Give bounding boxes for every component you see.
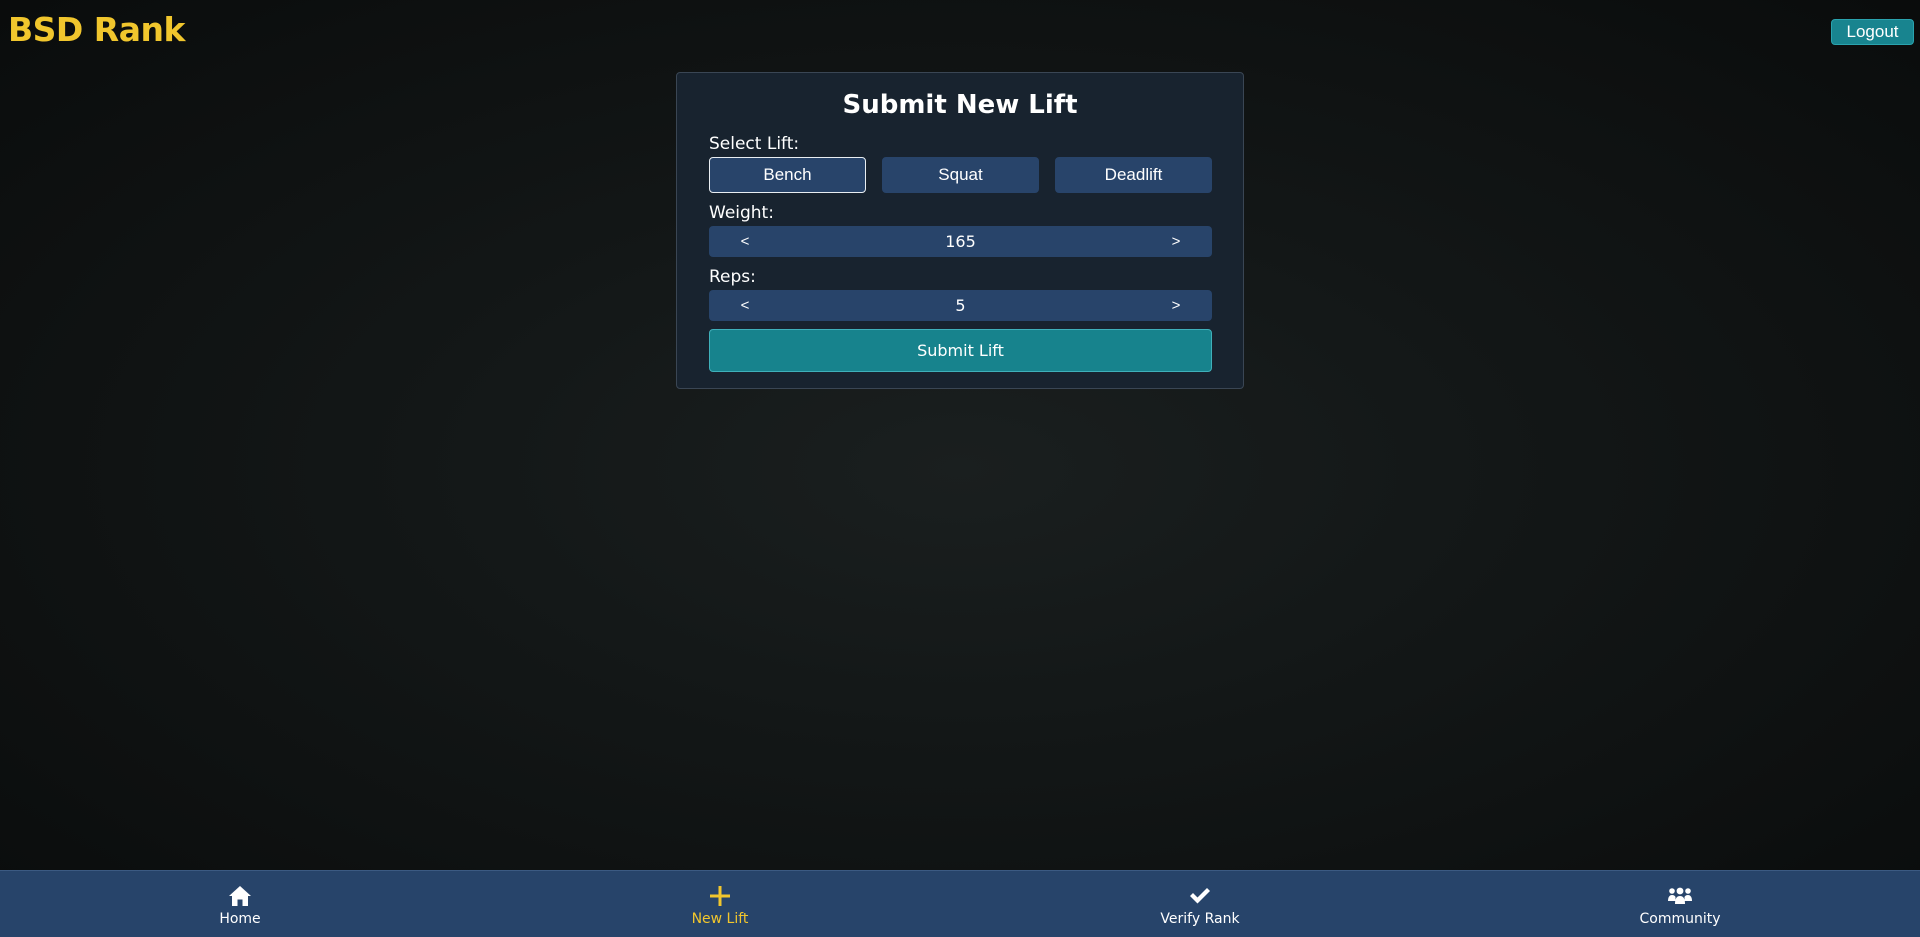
reps-value: 5 bbox=[955, 296, 966, 315]
nav-item-community[interactable]: Community bbox=[1440, 871, 1920, 937]
weight-stepper: 165 < > bbox=[709, 226, 1212, 257]
nav-label-new-lift: New Lift bbox=[691, 910, 749, 927]
weight-increment-button[interactable]: > bbox=[1156, 226, 1196, 257]
select-lift-label: Select Lift: bbox=[709, 134, 800, 154]
reps-decrement-button[interactable]: < bbox=[725, 290, 765, 321]
reps-increment-button[interactable]: > bbox=[1156, 290, 1196, 321]
weight-label: Weight: bbox=[709, 203, 774, 223]
check-icon bbox=[1188, 884, 1212, 908]
weight-value: 165 bbox=[945, 232, 976, 251]
bottom-nav: Home New Lift Verify Rank Community bbox=[0, 870, 1920, 937]
nav-item-new-lift[interactable]: New Lift bbox=[480, 871, 960, 937]
users-icon bbox=[1667, 884, 1693, 908]
submit-lift-button[interactable]: Submit Lift bbox=[709, 329, 1212, 372]
lift-option-bench[interactable]: Bench bbox=[709, 157, 866, 193]
lift-option-squat[interactable]: Squat bbox=[882, 157, 1039, 193]
nav-item-verify-rank[interactable]: Verify Rank bbox=[960, 871, 1440, 937]
weight-decrement-button[interactable]: < bbox=[725, 226, 765, 257]
nav-item-home[interactable]: Home bbox=[0, 871, 480, 937]
card-title: Submit New Lift bbox=[842, 90, 1078, 120]
lift-option-deadlift[interactable]: Deadlift bbox=[1055, 157, 1212, 193]
brand-logo: BSD Rank bbox=[8, 10, 185, 49]
nav-label-home: Home bbox=[219, 910, 261, 927]
plus-icon bbox=[708, 884, 732, 908]
reps-label: Reps: bbox=[709, 267, 756, 287]
logout-button[interactable]: Logout bbox=[1831, 19, 1914, 45]
submit-lift-card: Submit New Lift Select Lift: Bench Squat… bbox=[676, 72, 1244, 389]
nav-label-verify-rank: Verify Rank bbox=[1160, 910, 1240, 927]
reps-stepper: 5 < > bbox=[709, 290, 1212, 321]
home-icon bbox=[228, 884, 252, 908]
nav-label-community: Community bbox=[1639, 910, 1721, 927]
